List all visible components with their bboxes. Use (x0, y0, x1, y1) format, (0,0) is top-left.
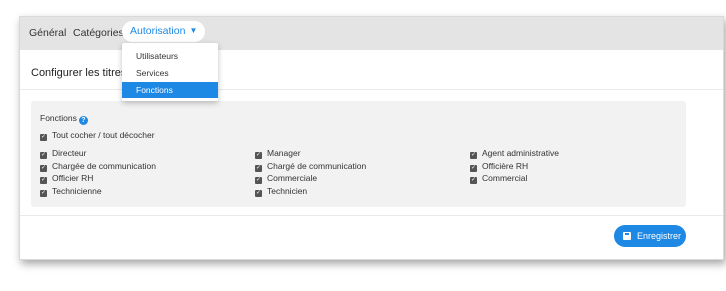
checkbox-commercial[interactable]: ✓ Commercial (470, 173, 527, 184)
page-header: Configurer les titres-r (31, 67, 134, 79)
checkbox-officier-rh[interactable]: ✓ Officier RH (40, 173, 93, 184)
checkbox-charge-communication[interactable]: ✓ Chargé de communication (255, 161, 366, 172)
toggle-all-checkbox[interactable]: ✓ Tout cocher / tout décocher (40, 130, 155, 141)
checkbox-label: Commerciale (267, 173, 318, 183)
checkbox-label: Commercial (482, 173, 528, 183)
checkbox-label: Officière RH (482, 161, 529, 171)
checkbox-label: Agent administrative (482, 148, 560, 158)
fonctions-panel: Fonctions? ✓ Tout cocher / tout décocher … (31, 101, 686, 207)
save-button[interactable]: Enregistrer (614, 225, 686, 247)
checkbox-label: Technicien (267, 186, 308, 196)
checkbox-checked-icon: ✓ (40, 190, 47, 197)
checkbox-checked-icon: ✓ (40, 165, 47, 172)
tab-autorisation[interactable]: Autorisation ▼ (122, 21, 206, 42)
checkbox-label: Chargée de communication (52, 161, 156, 171)
checkbox-label: Manager (267, 148, 301, 158)
checkbox-officiere-rh[interactable]: ✓ Officière RH (470, 161, 528, 172)
checkbox-checked-icon: ✓ (40, 152, 47, 159)
checkbox-label: Technicienne (52, 186, 102, 196)
checkbox-checked-icon: ✓ (470, 152, 477, 159)
caret-down-icon: ▼ (189, 26, 198, 35)
checkbox-agent-administrative[interactable]: ✓ Agent administrative (470, 148, 559, 159)
tab-autorisation-label: Autorisation (130, 25, 186, 37)
fonctions-title: Fonctions? (40, 113, 88, 125)
checkbox-checked-icon: ✓ (255, 165, 262, 172)
toggle-all-label: Tout cocher / tout décocher (52, 130, 155, 140)
checkbox-manager[interactable]: ✓ Manager (255, 148, 301, 159)
checkbox-label: Officier RH (52, 173, 94, 183)
checkbox-label: Chargé de communication (267, 161, 367, 171)
fonctions-title-label: Fonctions (40, 113, 77, 123)
checkbox-directeur[interactable]: ✓ Directeur (40, 148, 86, 159)
checkbox-commerciale[interactable]: ✓ Commerciale (255, 173, 317, 184)
checkbox-checked-icon: ✓ (255, 190, 262, 197)
menu-item-fonctions[interactable]: Fonctions (122, 82, 218, 98)
checkbox-checked-icon: ✓ (470, 165, 477, 172)
checkbox-technicien[interactable]: ✓ Technicien (255, 186, 307, 197)
menu-item-utilisateurs[interactable]: Utilisateurs (122, 48, 218, 64)
checkbox-label: Directeur (52, 148, 87, 158)
save-button-label: Enregistrer (637, 231, 682, 241)
checkbox-checked-icon: ✓ (470, 177, 477, 184)
checkbox-chargee-communication[interactable]: ✓ Chargée de communication (40, 161, 156, 172)
help-icon[interactable]: ? (78, 116, 88, 125)
autorisation-dropdown-menu: Utilisateurs Services Fonctions (122, 43, 218, 101)
tab-categories[interactable]: Catégories (73, 27, 124, 39)
checkbox-technicienne[interactable]: ✓ Technicienne (40, 186, 102, 197)
checkbox-checked-icon: ✓ (255, 177, 262, 184)
tab-general[interactable]: Général (29, 27, 66, 39)
checkbox-checked-icon: ✓ (40, 177, 47, 184)
footer-divider (20, 215, 723, 216)
menu-item-services[interactable]: Services (122, 65, 218, 81)
checkbox-checked-icon: ✓ (40, 134, 47, 141)
checkbox-checked-icon: ✓ (255, 152, 262, 159)
save-icon (623, 232, 631, 240)
